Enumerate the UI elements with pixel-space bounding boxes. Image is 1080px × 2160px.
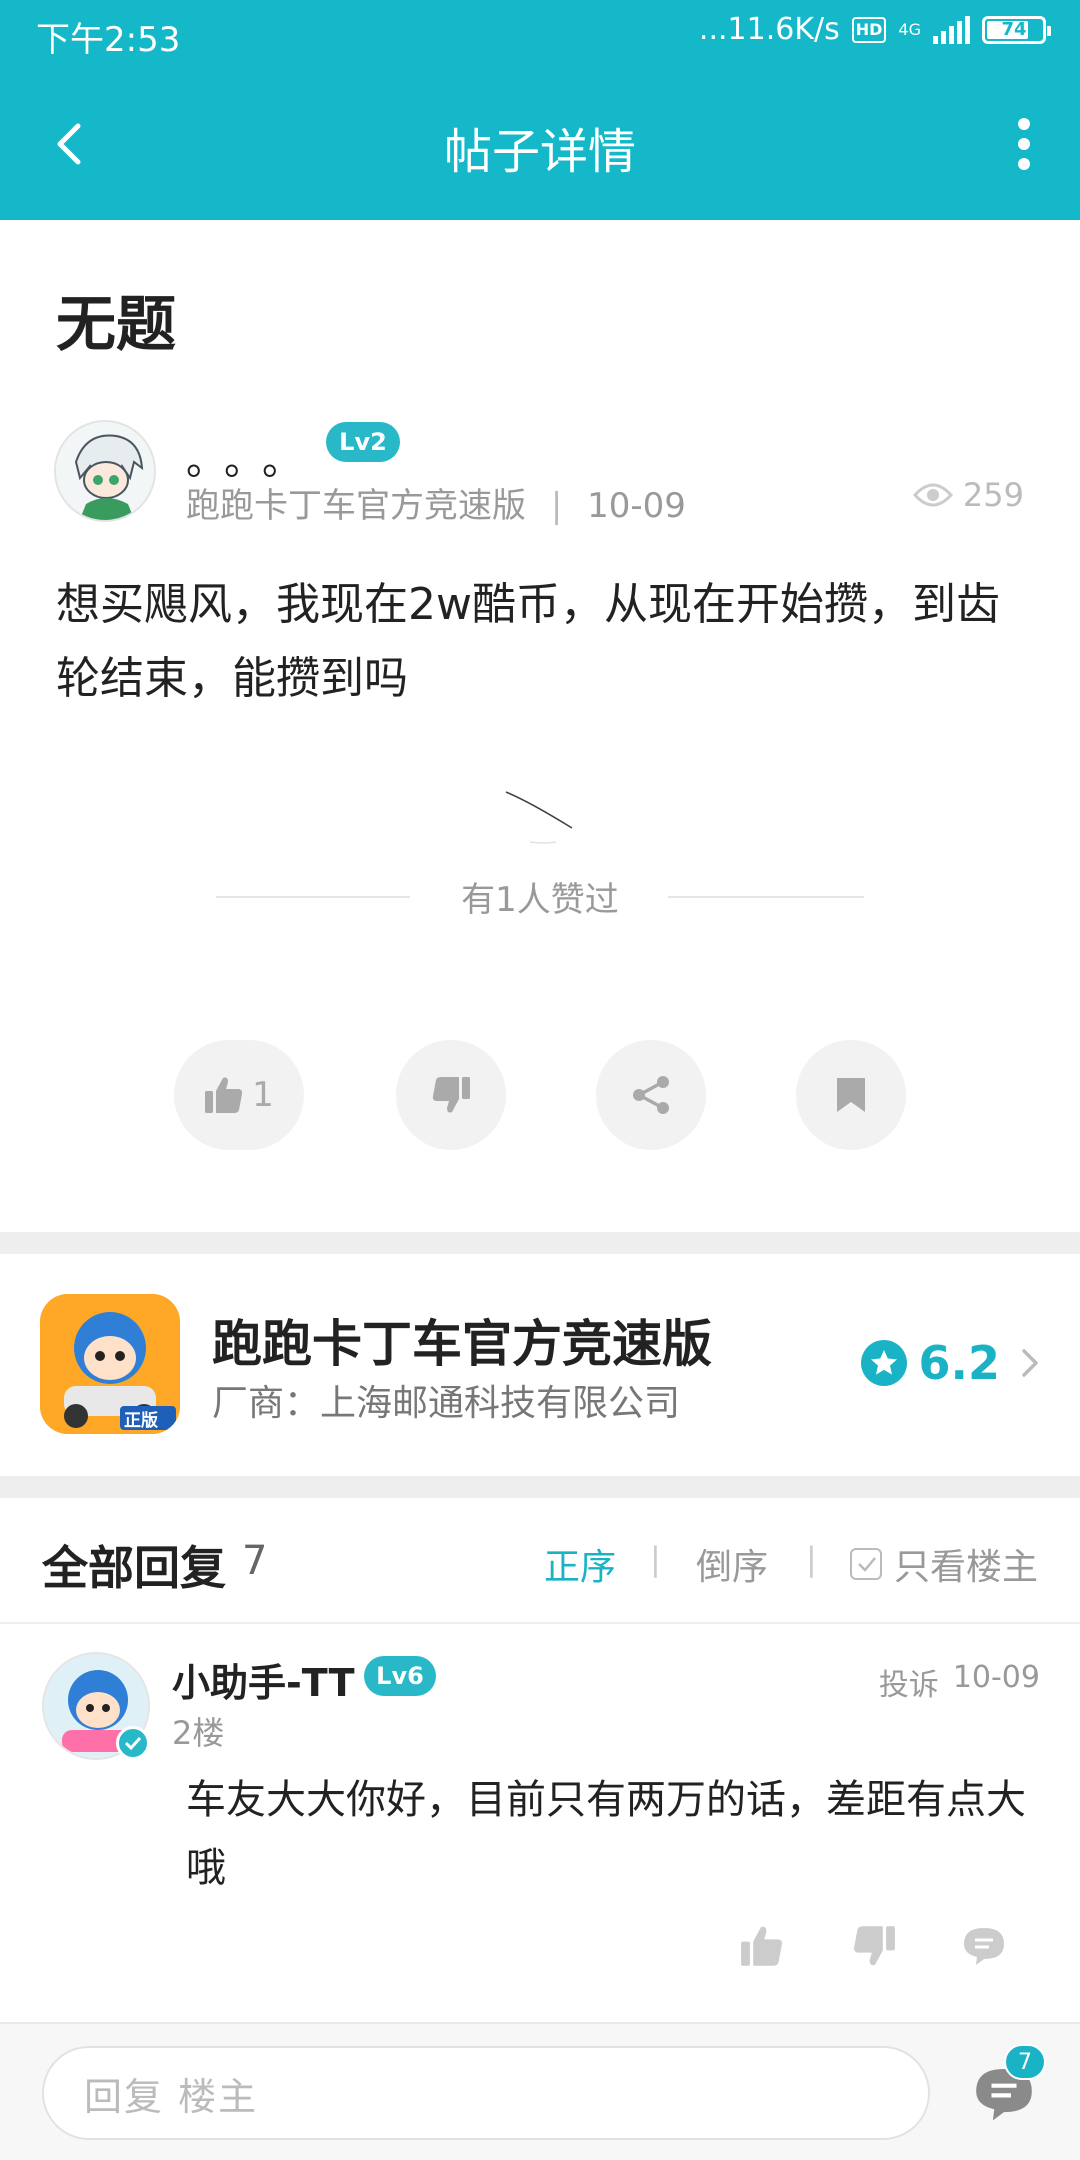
more-dot-icon <box>1018 158 1030 170</box>
post-meta: 跑跑卡丁车官方竞速版 | 10-09 <box>186 478 686 527</box>
avatar-image <box>56 422 154 520</box>
rating-value: 6.2 <box>918 1336 1001 1390</box>
share-button[interactable] <box>596 1040 706 1150</box>
comment-count-badge: 7 <box>1004 2044 1046 2080</box>
reply-input[interactable]: 回复 楼主 <box>42 2046 930 2140</box>
reply-level-badge: Lv6 <box>364 1656 436 1696</box>
author-avatar[interactable] <box>54 420 156 522</box>
sort-asc-tab[interactable]: 正序 <box>544 1538 616 1590</box>
post-title: 无题 <box>56 290 176 360</box>
post-content: 想买飓风，我现在2w酷币，从现在开始攒，到齿轮结束，能攒到吗 <box>56 579 1000 704</box>
liked-avatar-icon[interactable] <box>500 786 580 846</box>
chevron-right-icon <box>1022 1349 1038 1377</box>
game-vendor: 厂商：上海邮通科技有限公司 <box>212 1383 681 1424</box>
replies-count: 7 <box>242 1538 268 1584</box>
divider-line <box>668 896 864 898</box>
reply-comment-button[interactable] <box>956 1918 1012 1974</box>
view-count: 259 <box>912 476 1024 514</box>
status-icons: ...11.6K/s HD 4G 74 <box>698 12 1051 47</box>
reply-author-name[interactable]: 小助手-TT <box>172 1652 355 1707</box>
liked-by-row: 有1人赞过 <box>0 868 1080 924</box>
hd-icon: HD <box>851 16 887 43</box>
reply-dislike-button[interactable] <box>846 1918 902 1974</box>
more-dot-icon <box>1018 118 1030 130</box>
author-level-badge: Lv2 <box>326 422 400 462</box>
like-button[interactable]: 1 <box>174 1040 304 1150</box>
reply-like-button[interactable] <box>734 1918 790 1974</box>
game-badge: 正版 <box>124 1411 158 1431</box>
comment-icon <box>964 1928 1004 1965</box>
thumbs-up-icon <box>741 1926 783 1966</box>
signal-icon <box>933 15 970 44</box>
only-host-toggle[interactable]: 只看楼主 <box>849 1538 1038 1590</box>
more-dot-icon <box>1018 138 1030 150</box>
eye-icon <box>912 483 953 507</box>
sort-desc-tab[interactable]: 倒序 <box>696 1538 768 1590</box>
reply-meta: 投诉 10-09 <box>879 1660 1040 1704</box>
battery-icon: 74 <box>982 15 1051 44</box>
bookmark-button[interactable] <box>796 1040 906 1150</box>
game-name[interactable]: 跑跑卡丁车官方竞速版 <box>212 1304 712 1376</box>
reply-date: 10-09 <box>952 1660 1040 1695</box>
network-speed: ...11.6K/s <box>698 12 840 47</box>
section-separator <box>0 1232 1080 1254</box>
reply-floor: 2楼 <box>172 1714 225 1752</box>
thumbs-up-icon <box>205 1077 243 1113</box>
game-rating[interactable]: 6.2 <box>860 1336 1043 1390</box>
status-bar: 下午2:53 ...11.6K/s HD 4G 74 <box>0 0 1080 68</box>
liked-by-text[interactable]: 有1人赞过 <box>0 872 1080 921</box>
game-app-icon <box>40 1294 180 1434</box>
status-time: 下午2:53 <box>36 20 181 60</box>
dislike-button[interactable] <box>396 1040 506 1150</box>
view-count-value: 259 <box>962 476 1024 514</box>
meta-divider: | <box>550 486 563 526</box>
more-menu-button[interactable] <box>1008 112 1040 176</box>
reply-content: 车友大大你好，目前只有两万的话，差距有点大哦 <box>186 1777 1026 1891</box>
like-count: 1 <box>252 1075 274 1115</box>
thumbs-down-icon <box>432 1077 470 1113</box>
post-date: 10-09 <box>587 486 686 526</box>
app-header: 帖子详情 <box>0 68 1080 220</box>
checkbox-icon <box>849 1548 882 1580</box>
network-type: 4G <box>898 19 921 39</box>
page-title: 帖子详情 <box>443 124 636 180</box>
game-icon[interactable]: 正版 <box>40 1294 180 1434</box>
post-source[interactable]: 跑跑卡丁车官方竞速版 <box>186 486 526 526</box>
only-host-label: 只看楼主 <box>893 1547 1038 1588</box>
share-icon <box>633 1076 669 1114</box>
divider-line <box>0 1622 1080 1624</box>
battery-level: 74 <box>1001 19 1027 40</box>
section-separator <box>0 1476 1080 1498</box>
star-icon <box>860 1340 907 1386</box>
replies-title: 全部回复 <box>42 1541 226 1595</box>
sort-divider: | <box>806 1540 817 1578</box>
sort-divider: | <box>650 1540 661 1578</box>
report-link[interactable]: 投诉 <box>879 1660 939 1704</box>
verified-icon <box>116 1726 150 1760</box>
thumbs-down-icon <box>853 1926 895 1966</box>
bookmark-icon <box>837 1078 865 1112</box>
